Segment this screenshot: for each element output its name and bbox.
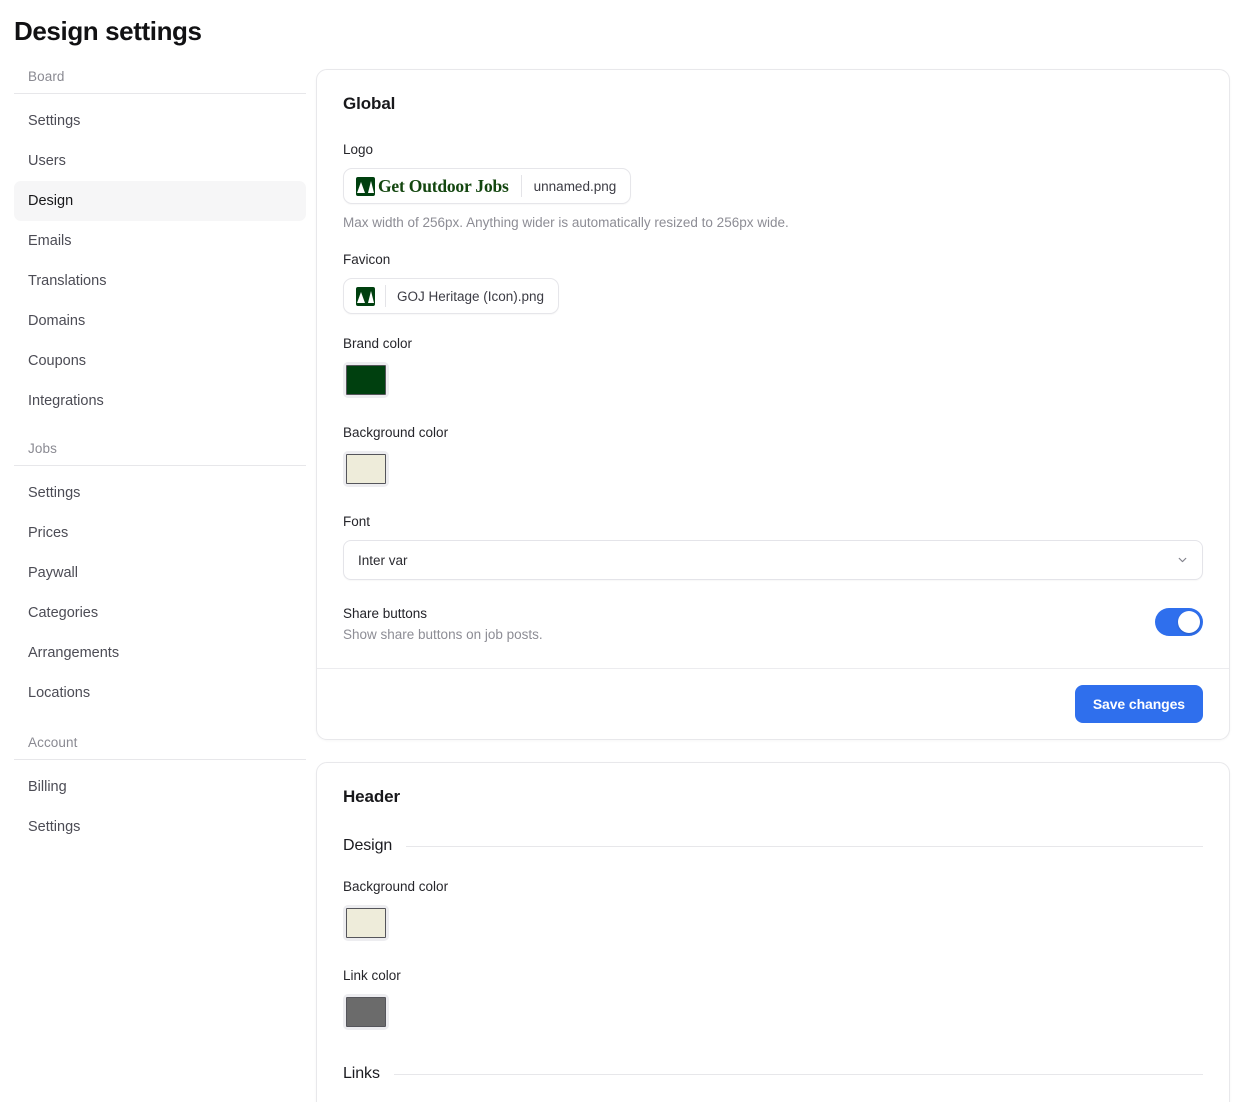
sidebar-item-integrations[interactable]: Integrations [14,381,306,421]
chevron-down-icon [1176,554,1189,567]
sidebar-item-coupons[interactable]: Coupons [14,341,306,381]
logo-hint: Max width of 256px. Anything wider is au… [343,215,1203,230]
header-background-color-field: Background color [343,879,1203,946]
sidebar-section-account: Account Billing Settings [14,735,306,847]
logo-label: Logo [343,142,1203,157]
share-buttons-label: Share buttons [343,606,543,621]
sidebar-section-title-jobs: Jobs [14,441,306,466]
brand-color-swatch[interactable] [343,362,389,398]
sidebar-item-paywall[interactable]: Paywall [14,553,306,593]
header-background-color-value [346,908,386,938]
sidebar-item-settings-jobs[interactable]: Settings [14,473,306,513]
share-buttons-description: Show share buttons on job posts. [343,627,543,642]
favicon-file-pill[interactable]: GOJ Heritage (Icon).png [343,278,559,314]
sidebar-item-prices[interactable]: Prices [14,513,306,553]
logo-field: Logo Get Outdoor Jobs unnamed.png Max wi… [343,142,1203,230]
sidebar: Board Settings Users Design Emails Trans… [14,69,306,869]
sidebar-item-users[interactable]: Users [14,141,306,181]
global-background-color-value [346,454,386,484]
sidebar-item-categories[interactable]: Categories [14,593,306,633]
page-title: Design settings [0,0,1240,47]
favicon-label: Favicon [343,252,1203,267]
global-settings-card: Global Logo Get Outdoor Jobs unnamed.png… [316,69,1230,740]
toggle-knob [1178,611,1200,633]
sidebar-item-arrangements[interactable]: Arrangements [14,633,306,673]
header-card-title: Header [343,787,1203,807]
font-select[interactable]: Inter var [343,540,1203,580]
header-background-color-swatch[interactable] [343,905,389,941]
global-card-footer: Save changes [317,668,1229,739]
font-field: Font Inter var [343,514,1203,580]
header-link-color-field: Link color [343,968,1203,1035]
pill-divider [521,175,522,197]
global-background-color-label: Background color [343,425,1203,440]
header-links-section-title: Links [343,1065,380,1083]
sidebar-item-billing[interactable]: Billing [14,767,306,807]
page-layout: Board Settings Users Design Emails Trans… [0,47,1240,1102]
main-content: Global Logo Get Outdoor Jobs unnamed.png… [306,69,1240,1102]
header-links-section-head: Links [343,1065,1203,1083]
sidebar-section-title-board: Board [14,69,306,94]
section-rule [406,846,1203,847]
sidebar-item-translations[interactable]: Translations [14,261,306,301]
header-link-color-value [346,997,386,1027]
global-background-color-field: Background color [343,425,1203,492]
sidebar-items-account: Billing Settings [14,760,306,847]
goj-badge-icon [356,177,375,196]
share-buttons-row: Share buttons Show share buttons on job … [343,606,1203,642]
sidebar-item-locations[interactable]: Locations [14,673,306,713]
global-card-title: Global [343,94,1203,114]
logo-brand-text: Get Outdoor Jobs [378,176,509,197]
favicon-field: Favicon GOJ Heritage (Icon).png [343,252,1203,314]
favicon-file-name: GOJ Heritage (Icon).png [397,289,544,304]
sidebar-section-jobs: Jobs Settings Prices Paywall Categories … [14,441,306,713]
header-link-color-swatch[interactable] [343,994,389,1030]
sidebar-item-settings-account[interactable]: Settings [14,807,306,847]
header-design-section-title: Design [343,837,392,855]
font-select-value: Inter var [358,553,408,568]
font-label: Font [343,514,1203,529]
logo-file-name: unnamed.png [534,179,617,194]
save-changes-button[interactable]: Save changes [1075,685,1203,723]
sidebar-section-title-account: Account [14,735,306,760]
pill-divider [385,285,386,307]
logo-file-pill[interactable]: Get Outdoor Jobs unnamed.png [343,168,631,204]
sidebar-section-board: Board Settings Users Design Emails Trans… [14,69,306,421]
header-background-color-label: Background color [343,879,1203,894]
header-settings-card: Header Design Background color Link colo… [316,762,1230,1102]
header-card-body: Header Design Background color Link colo… [317,763,1229,1102]
section-rule [394,1074,1203,1075]
sidebar-item-emails[interactable]: Emails [14,221,306,261]
goj-favicon-icon [356,287,375,306]
sidebar-item-settings-board[interactable]: Settings [14,101,306,141]
share-buttons-toggle[interactable] [1155,608,1203,636]
brand-color-label: Brand color [343,336,1203,351]
brand-color-value [346,365,386,395]
sidebar-item-domains[interactable]: Domains [14,301,306,341]
goj-logo-icon: Get Outdoor Jobs [356,176,509,197]
sidebar-item-design[interactable]: Design [14,181,306,221]
header-design-section-head: Design [343,837,1203,855]
header-link-color-label: Link color [343,968,1203,983]
brand-color-field: Brand color [343,336,1203,403]
sidebar-items-board: Settings Users Design Emails Translation… [14,94,306,421]
share-buttons-texts: Share buttons Show share buttons on job … [343,606,543,642]
global-background-color-swatch[interactable] [343,451,389,487]
sidebar-items-jobs: Settings Prices Paywall Categories Arran… [14,466,306,713]
global-card-body: Global Logo Get Outdoor Jobs unnamed.png… [317,70,1229,668]
